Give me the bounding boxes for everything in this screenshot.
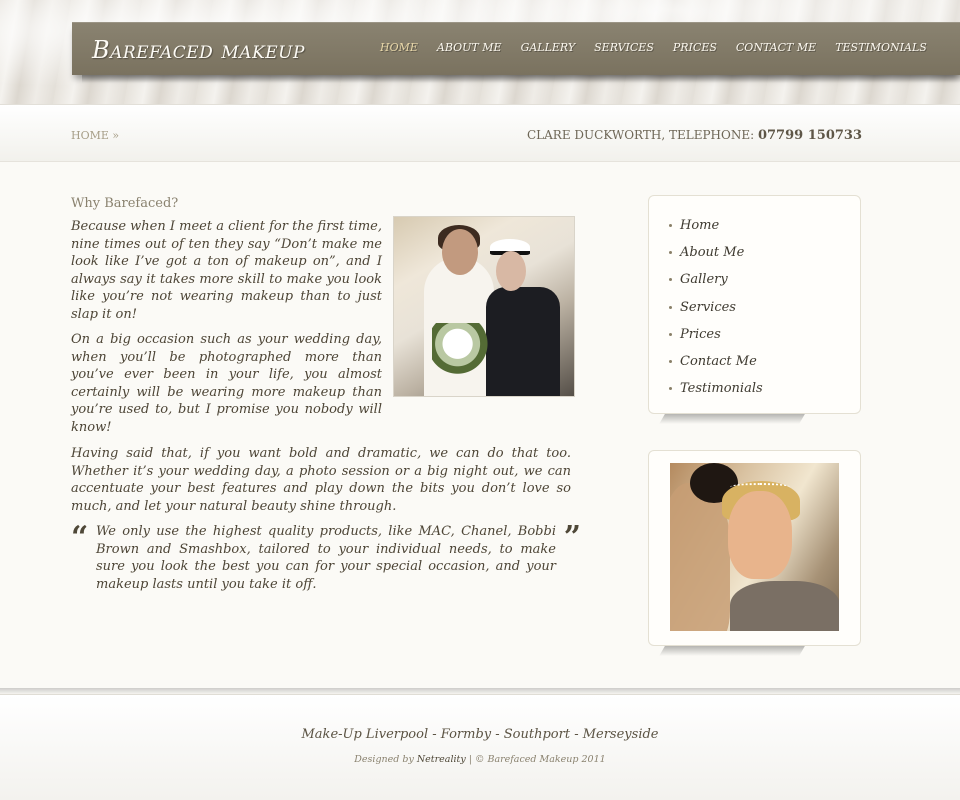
sidebar-item-about-me[interactable]: About Me xyxy=(669,239,860,266)
footer-tagline: Make-Up Liverpool - Formby - Southport -… xyxy=(301,727,659,742)
main-content: Why Barefaced? Because when I meet a cli… xyxy=(71,190,583,593)
sidebar-photo-box xyxy=(648,450,861,646)
sidebar-item-label: Prices xyxy=(680,326,721,342)
nav-gallery[interactable]: GALLERY xyxy=(521,41,576,54)
sidebar-item-contact-me[interactable]: Contact Me xyxy=(669,348,860,375)
main-nav: HOME ABOUT ME GALLERY SERVICES PRICES CO… xyxy=(380,41,946,54)
artist-figure xyxy=(670,483,730,631)
sidebar-item-prices[interactable]: Prices xyxy=(669,321,860,348)
contact-info: CLARE DUCKWORTH, TELEPHONE: 07799 150733 xyxy=(527,128,862,143)
sidebar-item-label: Home xyxy=(680,218,720,234)
breadcrumb[interactable]: HOME » xyxy=(71,129,119,142)
bullet-icon xyxy=(669,387,672,391)
open-quote-icon: “ xyxy=(71,520,89,555)
contact-phone: 07799 150733 xyxy=(757,128,862,143)
paragraph-occasion: On a big occasion such as your wedding d… xyxy=(71,332,382,435)
nav-about-me[interactable]: ABOUT ME xyxy=(437,41,502,54)
bullet-icon xyxy=(669,360,672,364)
bullet-icon xyxy=(669,251,672,255)
sidebar-item-label: Services xyxy=(680,299,736,315)
sidebar-item-label: About Me xyxy=(680,245,745,261)
nav-home[interactable]: HOME xyxy=(380,41,418,54)
sidebar-item-label: Gallery xyxy=(680,272,728,288)
breadcrumb-bar: HOME » CLARE DUCKWORTH, TELEPHONE: 07799… xyxy=(0,104,960,162)
nav-prices[interactable]: PRICES xyxy=(673,41,717,54)
page-heading: Why Barefaced? xyxy=(71,196,179,211)
footer-credit: Designed by Netreality | © Barefaced Mak… xyxy=(0,754,960,765)
nav-contact-me[interactable]: CONTACT ME xyxy=(736,41,816,54)
bouquet xyxy=(432,323,496,375)
bullet-icon xyxy=(669,224,672,228)
quote-text: We only use the highest quality products… xyxy=(96,524,556,592)
close-quote-icon: ” xyxy=(563,520,581,555)
designer-link[interactable]: Netreality xyxy=(417,754,466,765)
sidebar-nav: Home About Me Gallery Services Prices Co… xyxy=(648,195,861,414)
sidebar-item-testimonials[interactable]: Testimonials xyxy=(669,375,860,402)
top-navbar: Barefaced makeup HOME ABOUT ME GALLERY S… xyxy=(72,22,960,83)
sidebar-item-label: Testimonials xyxy=(680,381,763,397)
site-logo[interactable]: Barefaced makeup xyxy=(92,36,305,64)
tiara xyxy=(730,483,790,491)
paragraph-intro: Because when I meet a client for the fir… xyxy=(71,219,382,322)
nav-testimonials[interactable]: TESTIMONIALS xyxy=(835,41,927,54)
bullet-icon xyxy=(669,278,672,282)
sidebar-photo-shadow xyxy=(659,646,805,656)
nav-services[interactable]: SERVICES xyxy=(594,41,654,54)
dress xyxy=(730,581,839,631)
sidebar-nav-shadow xyxy=(659,414,805,424)
sidebar-item-gallery[interactable]: Gallery xyxy=(669,266,860,293)
designed-by-label: Designed by xyxy=(354,754,414,765)
wedding-photo xyxy=(393,216,575,397)
sidebar-item-services[interactable]: Services xyxy=(669,294,860,321)
bullet-icon xyxy=(669,305,672,309)
sidebar-item-home[interactable]: Home xyxy=(669,212,860,239)
quote-block: “ We only use the highest quality produc… xyxy=(71,520,581,593)
groom-head xyxy=(496,251,526,291)
footer: Make-Up Liverpool - Formby - Southport -… xyxy=(0,694,960,800)
paragraph-bold: Having said that, if you want bold and d… xyxy=(71,446,571,514)
sidebar-item-label: Contact Me xyxy=(680,354,757,370)
makeup-photo xyxy=(670,463,839,631)
client-face xyxy=(728,491,792,579)
contact-name: CLARE DUCKWORTH, TELEPHONE: xyxy=(526,128,755,142)
bride-head xyxy=(442,229,478,275)
bullet-icon xyxy=(669,332,672,336)
groom-figure xyxy=(486,287,560,396)
copyright: | © Barefaced Makeup 2011 xyxy=(468,754,606,765)
